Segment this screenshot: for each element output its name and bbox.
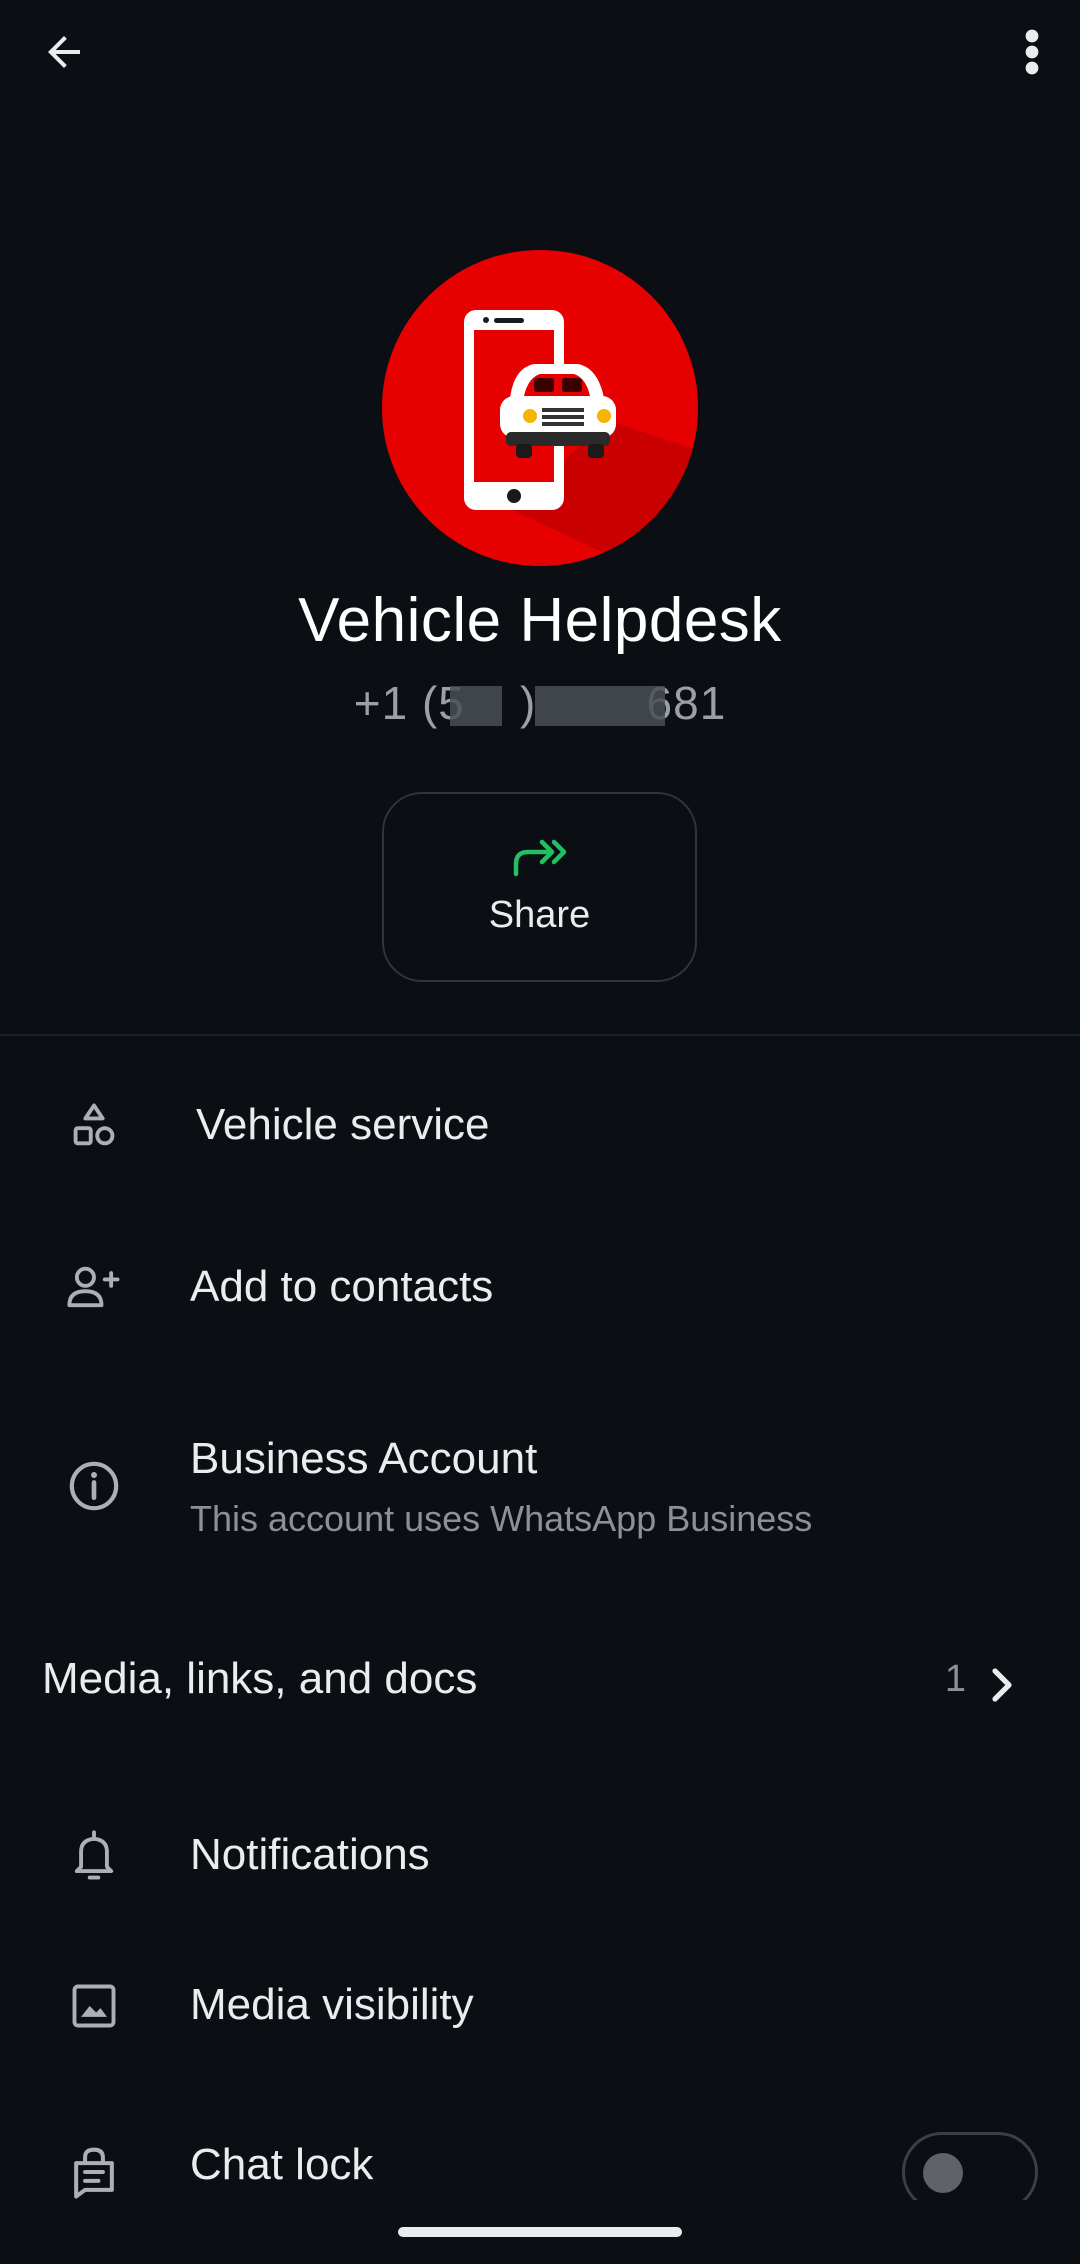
- contact-name: Vehicle Helpdesk: [298, 586, 782, 655]
- share-button[interactable]: Share: [382, 792, 697, 982]
- bell-icon: [58, 1820, 130, 1892]
- more-options-button[interactable]: [1002, 14, 1062, 90]
- image-icon: [58, 1970, 130, 2042]
- contact-info-screen: Vehicle Helpdesk +1 (5 ) 681 Share Vehic…: [0, 0, 1080, 2264]
- section-divider: [0, 1034, 1080, 1036]
- profile-avatar[interactable]: [382, 250, 698, 566]
- person-add-icon: [58, 1252, 130, 1324]
- notifications-row[interactable]: Notifications: [0, 1820, 1080, 1892]
- business-account-row[interactable]: Business Account This account uses Whats…: [0, 1428, 1080, 1548]
- media-visibility-row[interactable]: Media visibility: [0, 1970, 1080, 2042]
- home-indicator[interactable]: [398, 2227, 682, 2237]
- share-forward-icon: [513, 839, 566, 876]
- media-count: 1: [944, 1658, 966, 1700]
- lock-chat-icon: [58, 2136, 130, 2208]
- more-vert-icon: [1025, 29, 1039, 75]
- add-to-contacts-row[interactable]: Add to contacts: [0, 1252, 1080, 1324]
- business-account-description: This account uses WhatsApp Business: [190, 1498, 813, 1539]
- category-shapes-icon: [58, 1090, 130, 1162]
- toggle-knob: [923, 2153, 963, 2193]
- media-visibility-label: Media visibility: [190, 1980, 474, 2029]
- add-to-contacts-label: Add to contacts: [190, 1262, 494, 1311]
- phone-redaction: [450, 686, 502, 726]
- notifications-label: Notifications: [190, 1830, 430, 1879]
- chat-lock-label: Chat lock: [190, 2140, 374, 2189]
- scroll-clip: [890, 2200, 1060, 2240]
- top-bar: [0, 0, 1080, 96]
- business-category-label: Vehicle service: [196, 1100, 490, 1149]
- media-links-docs-label: Media, links, and docs: [42, 1654, 478, 1703]
- chevron-right-icon: [982, 1660, 1022, 1710]
- share-label: Share: [488, 893, 591, 936]
- back-button[interactable]: [26, 14, 102, 90]
- phone-redaction: [535, 686, 665, 726]
- media-links-docs-row[interactable]: Media, links, and docs 1: [0, 1640, 1080, 1730]
- business-category-row[interactable]: Vehicle service: [0, 1090, 1080, 1160]
- business-account-label: Business Account: [190, 1434, 538, 1483]
- arrow-left-icon: [48, 36, 80, 68]
- info-icon: [58, 1450, 130, 1522]
- phone-and-car-logo: [382, 250, 698, 566]
